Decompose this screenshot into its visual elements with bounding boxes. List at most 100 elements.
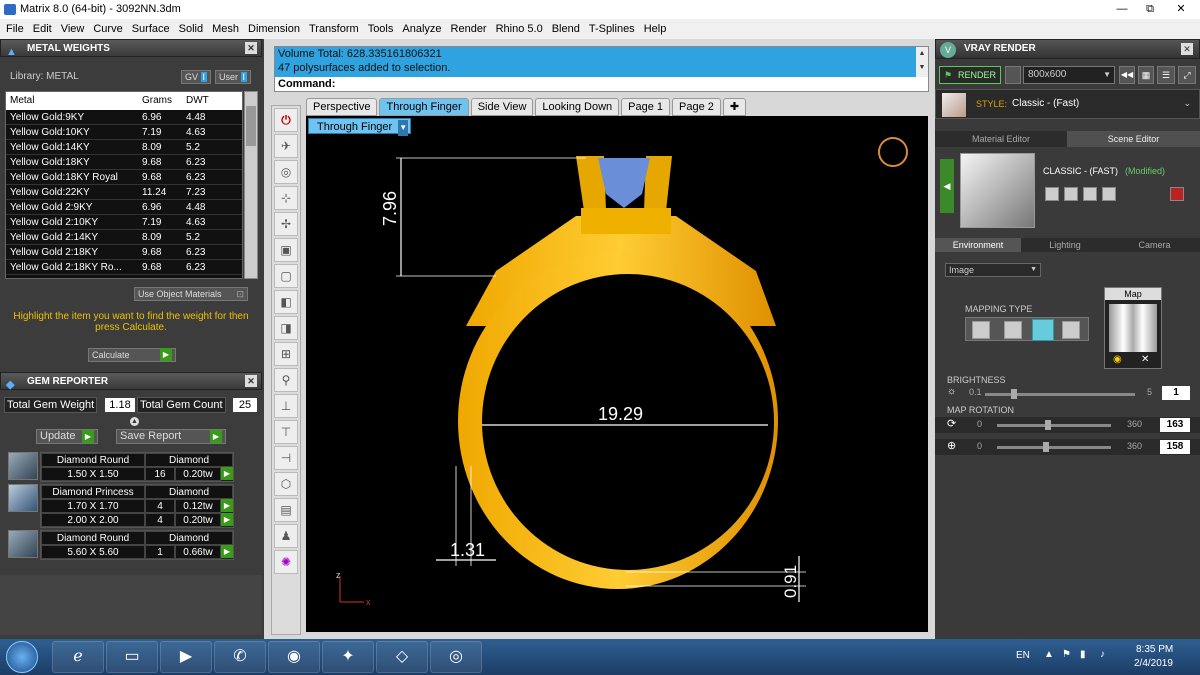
mapping-planar-icon[interactable] [972, 321, 990, 339]
list-icon[interactable]: ☰ [1157, 66, 1175, 84]
rotation-value-1[interactable]: 163 [1160, 418, 1190, 432]
tab-through-finger[interactable]: Through Finger [379, 98, 469, 116]
mapping-cube-icon[interactable] [1062, 321, 1080, 339]
menu-rhino[interactable]: Rhino 5.0 [496, 19, 543, 39]
tab-page-2[interactable]: Page 2 [672, 98, 721, 116]
clock-date[interactable]: 2/4/2019 [1134, 658, 1173, 669]
collapse-arrow-icon[interactable]: ◀ [940, 159, 954, 213]
gem-row[interactable]: 1.50 X 1.50 16 0.20tw ▶ [41, 467, 233, 481]
table-row[interactable]: Yellow Gold 2:9KY 6.96 4.48 [6, 200, 242, 215]
tab-side-view[interactable]: Side View [470, 98, 534, 116]
clock-time[interactable]: 8:35 PM [1136, 644, 1173, 655]
app-red-icon[interactable]: ✦ [322, 641, 374, 673]
stop-icon[interactable]: ⏻ [274, 108, 298, 132]
tab-perspective[interactable]: Perspective [306, 98, 378, 116]
table-row[interactable]: Yellow Gold 2:10KY 7.19 4.63 [6, 215, 242, 230]
command-scrollbar[interactable]: ▲ ▼ [916, 47, 928, 77]
gem-row[interactable]: 2.00 X 2.00 4 0.20tw ▶ [41, 513, 233, 527]
box-wire-icon[interactable]: ▢ [274, 264, 298, 288]
chrome-icon[interactable]: ◉ [268, 641, 320, 673]
rotation-value-2[interactable]: 158 [1160, 440, 1190, 454]
brightness-value[interactable]: 1 [1162, 386, 1190, 400]
menu-curve[interactable]: Curve [93, 19, 122, 39]
menu-view[interactable]: View [61, 19, 85, 39]
style-selector[interactable]: STYLE: Classic - (Fast) ⌄ [935, 89, 1200, 119]
matrix-icon[interactable]: ◎ [430, 641, 482, 673]
box-front-icon[interactable]: ◧ [274, 290, 298, 314]
viewport[interactable]: 7.96 19.29 1.31 0.91 z x [306, 116, 928, 632]
axis-icon[interactable]: ✢ [274, 212, 298, 236]
language-indicator[interactable]: EN [1016, 650, 1030, 661]
gumball-relative-icon[interactable]: ⊣ [274, 446, 298, 470]
folder-icon[interactable]: ▭ [106, 641, 158, 673]
environment-type-select[interactable]: Image ▼ [945, 263, 1041, 277]
reset-icon[interactable] [1170, 187, 1184, 201]
save-as-icon[interactable] [1064, 187, 1078, 201]
gear-icon[interactable]: ✺ [274, 550, 298, 574]
vray-close-icon[interactable]: ✕ [1181, 43, 1193, 55]
box-side-icon[interactable]: ◨ [274, 316, 298, 340]
expand-icon[interactable]: ⤢ [1178, 66, 1196, 84]
menu-tsplines[interactable]: T-Splines [589, 19, 635, 39]
tab-scene-editor[interactable]: Scene Editor [1067, 131, 1200, 147]
render-options-icon[interactable] [1005, 66, 1021, 84]
gv-button[interactable]: GV I [181, 70, 212, 84]
viewport-label[interactable]: Through Finger ▼ [308, 118, 412, 136]
sphere-icon[interactable]: ◎ [274, 160, 298, 184]
mapping-box-icon[interactable] [1004, 321, 1022, 339]
tab-camera[interactable]: Camera [1109, 238, 1200, 252]
table-row[interactable]: Yellow Gold:10KY 7.19 4.63 [6, 125, 242, 140]
maximize-button[interactable]: ⧉ [1136, 0, 1164, 18]
add-tab-icon[interactable]: ✚ [722, 98, 747, 116]
export-icon[interactable] [1102, 187, 1116, 201]
render-button[interactable]: ⚑ RENDER [939, 66, 1001, 84]
table-row[interactable]: Yellow Gold 2:18KY 9.68 6.23 [6, 245, 242, 260]
table-row[interactable]: Yellow Gold:14KY 8.09 5.2 [6, 140, 242, 155]
menu-edit[interactable]: Edit [33, 19, 52, 39]
menu-solid[interactable]: Solid [179, 19, 203, 39]
menu-mesh[interactable]: Mesh [212, 19, 239, 39]
col-dwt[interactable]: DWT [182, 92, 238, 110]
calculate-button[interactable]: Calculate ▶ [88, 348, 176, 362]
tab-page-1[interactable]: Page 1 [621, 98, 671, 116]
save-report-button[interactable]: Save Report ▶ [116, 429, 226, 444]
figure-icon[interactable]: ♟ [274, 524, 298, 548]
frame-icon[interactable]: ▤ [274, 498, 298, 522]
minimize-button[interactable]: — [1108, 0, 1136, 18]
table-row[interactable]: Yellow Gold:22KY 11.24 7.23 [6, 185, 242, 200]
gem-reporter-close-icon[interactable]: ✕ [245, 375, 257, 387]
volume-icon[interactable]: ♪ [1100, 649, 1105, 660]
menu-help[interactable]: Help [644, 19, 667, 39]
metal-weights-close-icon[interactable]: ✕ [245, 42, 257, 54]
tab-looking-down[interactable]: Looking Down [535, 98, 620, 116]
tray-arrow-icon[interactable]: ▲ [1044, 649, 1054, 660]
gem-row[interactable]: 1.70 X 1.70 4 0.12tw ▶ [41, 499, 233, 513]
user-button[interactable]: User I [215, 70, 252, 84]
menu-surface[interactable]: Surface [132, 19, 170, 39]
gumball-off-icon[interactable]: ⊤ [274, 420, 298, 444]
collapse-icon[interactable]: ▲ [130, 417, 139, 426]
viber-icon[interactable]: ✆ [214, 641, 266, 673]
gem-row[interactable]: 5.60 X 5.60 1 0.66tw ▶ [41, 545, 233, 559]
tab-lighting[interactable]: Lighting [1021, 238, 1109, 252]
col-grams[interactable]: Grams [138, 92, 182, 110]
menu-blend[interactable]: Blend [552, 19, 580, 39]
object-icon[interactable]: ⬡ [274, 472, 298, 496]
ring-preview-icon[interactable] [878, 137, 908, 167]
brightness-slider[interactable] [985, 389, 1135, 399]
network-icon[interactable]: ▮ [1080, 649, 1086, 660]
tab-environment[interactable]: Environment [935, 238, 1021, 252]
chevron-down-icon[interactable]: ▼ [398, 120, 409, 136]
menu-analyze[interactable]: Analyze [402, 19, 441, 39]
refresh-icon[interactable]: ◉ [1113, 354, 1122, 365]
frame-icon[interactable]: ▦ [1138, 66, 1154, 84]
command-input[interactable]: Command: [275, 77, 928, 92]
notes-icon[interactable]: ◇ [376, 641, 428, 673]
network-icon[interactable]: ⊹ [274, 186, 298, 210]
update-button[interactable]: Update ▶ [36, 429, 98, 444]
table-row[interactable]: Yellow Gold:18KY 9.68 6.23 [6, 155, 242, 170]
rewind-icon[interactable]: ◀◀ [1119, 66, 1135, 84]
box-icon[interactable]: ▣ [274, 238, 298, 262]
menu-transform[interactable]: Transform [309, 19, 359, 39]
start-button[interactable] [6, 641, 38, 673]
